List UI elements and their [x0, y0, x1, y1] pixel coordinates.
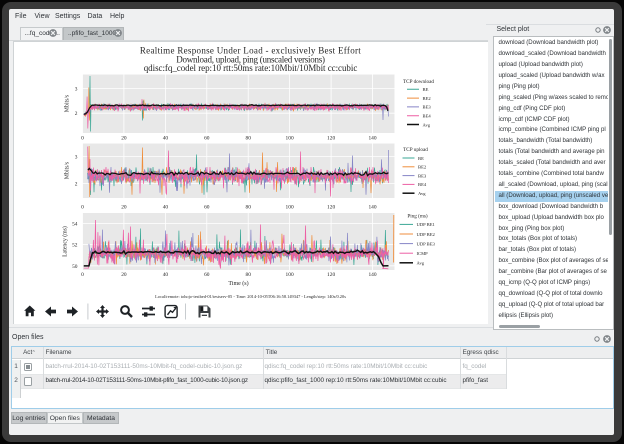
svg-text:20: 20: [121, 204, 127, 210]
svg-text:UDP BE2: UDP BE2: [416, 231, 435, 236]
svg-text:BE2: BE2: [418, 164, 427, 169]
svg-text:BE: BE: [422, 87, 428, 92]
svg-text:0: 0: [81, 204, 84, 210]
svg-text:120: 120: [327, 204, 335, 210]
svg-text:0: 0: [81, 272, 84, 278]
svg-text:BE3: BE3: [422, 104, 431, 109]
svg-text:0: 0: [81, 135, 84, 141]
svg-text:3: 3: [74, 154, 77, 160]
svg-text:UDP BE1: UDP BE1: [416, 222, 435, 227]
svg-text:100: 100: [285, 204, 293, 210]
svg-text:BE3: BE3: [418, 173, 427, 178]
svg-text:140: 140: [368, 135, 376, 141]
svg-text:Local/remote: tohojo-testbed-0: Local/remote: tohojo-testbed-01/testserv…: [155, 294, 346, 299]
svg-text:ICMP: ICMP: [416, 251, 428, 256]
svg-text:52: 52: [72, 242, 78, 248]
svg-text:50: 50: [72, 263, 78, 269]
svg-text:40: 40: [162, 204, 168, 210]
svg-text:BE2: BE2: [422, 95, 431, 100]
svg-text:80: 80: [245, 204, 251, 210]
svg-text:140: 140: [368, 204, 376, 210]
svg-text:TCP upload: TCP upload: [403, 147, 428, 153]
svg-text:Avg: Avg: [418, 191, 426, 196]
svg-text:60: 60: [204, 204, 210, 210]
svg-text:40: 40: [162, 135, 168, 141]
svg-text:140: 140: [368, 272, 376, 278]
svg-text:54: 54: [72, 221, 78, 227]
svg-text:BE4: BE4: [422, 113, 431, 118]
svg-text:qdisc:fq_codel rep:10 rtt:50ms: qdisc:fq_codel rep:10 rtt:50ms rate:10Mb…: [143, 63, 357, 73]
svg-text:100: 100: [285, 135, 293, 141]
svg-text:20: 20: [121, 272, 127, 278]
svg-text:Mbits/s: Mbits/s: [64, 94, 70, 112]
svg-text:40: 40: [162, 272, 168, 278]
svg-text:BE4: BE4: [418, 182, 427, 187]
svg-text:Latency (ms): Latency (ms): [61, 226, 68, 257]
svg-text:Avg: Avg: [416, 260, 424, 265]
svg-text:Time (s): Time (s): [228, 280, 248, 287]
svg-text:80: 80: [245, 135, 251, 141]
svg-text:BE: BE: [418, 155, 424, 160]
svg-text:100: 100: [285, 272, 293, 278]
svg-text:60: 60: [204, 135, 210, 141]
svg-text:Avg: Avg: [422, 122, 430, 127]
svg-text:60: 60: [204, 272, 210, 278]
svg-text:20: 20: [121, 135, 127, 141]
svg-text:Ping (ms): Ping (ms): [407, 212, 428, 219]
svg-text:80: 80: [245, 272, 251, 278]
svg-text:Mbits/s: Mbits/s: [64, 161, 70, 179]
svg-text:3: 3: [74, 86, 77, 92]
svg-text:2: 2: [74, 181, 77, 187]
svg-text:120: 120: [327, 135, 335, 141]
svg-text:UDP BE3: UDP BE3: [416, 241, 435, 246]
svg-text:TCP download: TCP download: [402, 79, 433, 85]
svg-text:2: 2: [74, 111, 77, 117]
svg-text:120: 120: [327, 272, 335, 278]
